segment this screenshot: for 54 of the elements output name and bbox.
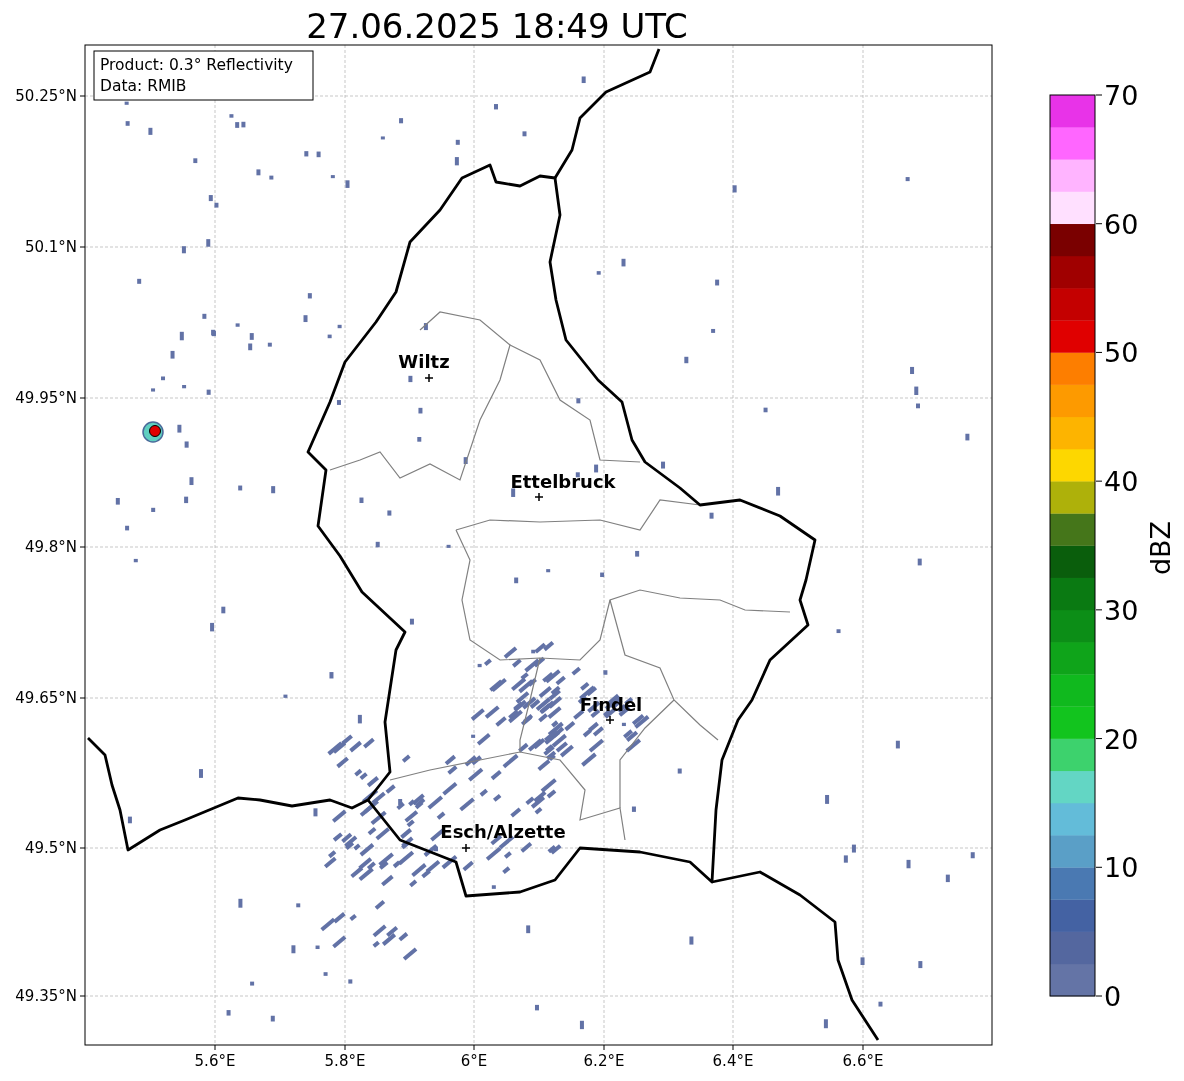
colorbar-tick-label: 40 — [1104, 466, 1139, 498]
tick-mark — [1095, 866, 1103, 868]
tick-mark — [603, 1044, 605, 1051]
longitude-label: 5.6°E — [194, 1052, 236, 1070]
longitude-label: 5.8°E — [324, 1052, 366, 1070]
colorbar-title: dBZ — [1145, 520, 1176, 576]
colorbar-tick-label: 70 — [1104, 80, 1139, 111]
tick-mark — [79, 246, 86, 248]
colorbar-tick-label: 10 — [1104, 852, 1139, 884]
tick-mark — [79, 95, 86, 97]
city-label: Ettelbruck — [510, 471, 616, 492]
tick-mark — [1095, 609, 1103, 611]
longitude-label: 6.2°E — [583, 1052, 625, 1070]
latitude-label: 49.5°N — [24, 839, 77, 857]
tick-mark — [1095, 223, 1103, 225]
city-marker-icon — [424, 373, 434, 383]
legend-text: Data: RMIB — [100, 77, 187, 95]
longitude-label: 6.4°E — [712, 1052, 754, 1070]
colorbar-tick-label: 20 — [1104, 723, 1139, 755]
latitude-label: 49.35°N — [15, 987, 77, 1005]
tick-mark — [79, 697, 86, 699]
longitude-label: 6.6°E — [842, 1052, 884, 1070]
chart-title: 27.06.2025 18:49 UTC — [306, 6, 688, 46]
city-label: Esch/Alzette — [440, 821, 566, 842]
city-marker-icon — [605, 715, 615, 725]
latitude-label: 49.8°N — [24, 538, 77, 556]
colorbar-tick-label: 50 — [1104, 337, 1139, 369]
tick-mark — [79, 847, 86, 849]
tick-mark — [1095, 995, 1103, 997]
latitude-label: 50.1°N — [24, 238, 77, 256]
tick-mark — [79, 397, 86, 399]
tick-mark — [79, 995, 86, 997]
city-marker-icon — [534, 492, 544, 502]
tick-mark — [1095, 480, 1103, 482]
city-label: Wiltz — [398, 351, 450, 372]
latitude-label: 50.25°N — [15, 87, 77, 105]
tick-mark — [862, 1044, 864, 1051]
longitude-label: 6°E — [460, 1052, 488, 1070]
latitude-label: 49.95°N — [15, 389, 77, 407]
tick-mark — [1095, 94, 1103, 96]
tick-mark — [79, 546, 86, 548]
legend-text: Product: 0.3° Reflectivity — [100, 56, 293, 74]
latitude-label: 49.65°N — [15, 689, 77, 707]
tick-mark — [344, 1044, 346, 1051]
tick-mark — [473, 1044, 475, 1051]
colorbar-tick-label: 0 — [1104, 981, 1122, 1012]
city-marker-icon — [461, 843, 471, 853]
colorbar-tick-label: 60 — [1104, 208, 1139, 240]
colorbar-tick-label: 30 — [1104, 594, 1139, 626]
tick-mark — [1095, 738, 1103, 740]
tick-mark — [214, 1044, 216, 1051]
tick-mark — [732, 1044, 734, 1051]
radar-site-icon — [142, 421, 164, 443]
tick-mark — [1095, 351, 1103, 353]
